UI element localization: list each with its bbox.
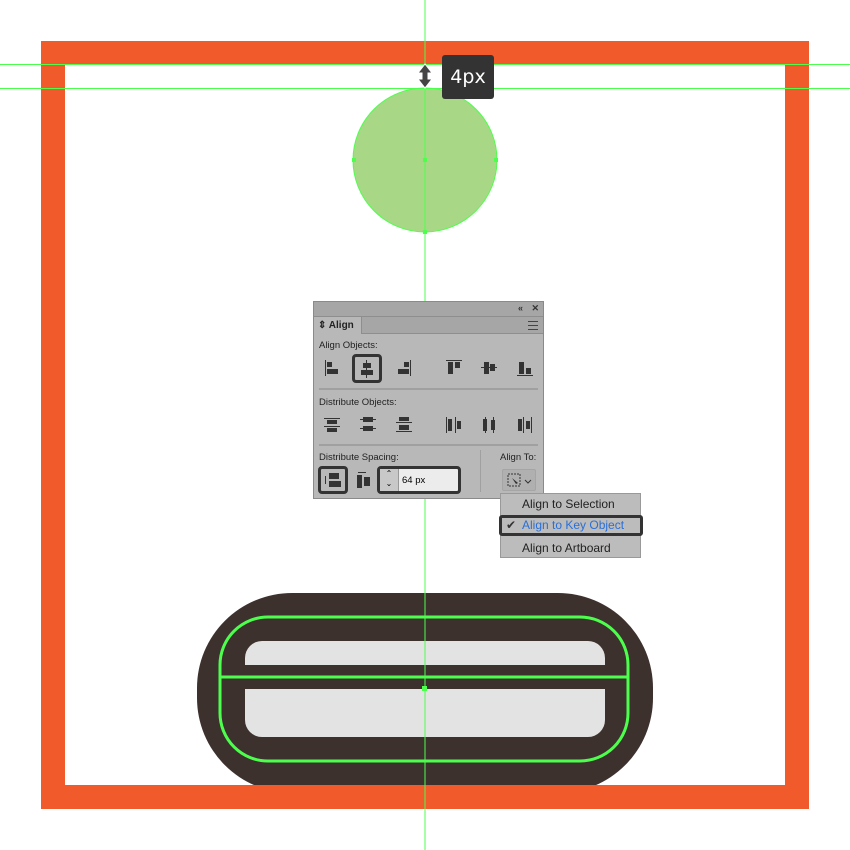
vertical-align-center-button[interactable] (478, 357, 500, 379)
collapse-icon[interactable]: « (518, 303, 523, 313)
menu-item-label: Align to Selection (522, 497, 615, 511)
horizontal-distribute-space-button[interactable] (353, 469, 375, 491)
divider (319, 388, 538, 390)
horizontal-align-left-button[interactable] (321, 357, 343, 379)
horizontal-distribute-right-button[interactable] (514, 414, 536, 436)
horizontal-align-right-button[interactable] (393, 357, 415, 379)
vertical-distance-arrows-icon (416, 63, 434, 89)
anchor-point[interactable] (494, 158, 498, 162)
vertical-align-bottom-button[interactable] (514, 357, 536, 379)
align-to-label: Align To: (500, 452, 537, 463)
vertical-distribute-space-button[interactable] (318, 466, 348, 494)
horizontal-align-center-button[interactable] (352, 354, 382, 383)
menu-item-label: Align to Artboard (522, 541, 611, 555)
vertical-distribute-bottom-button[interactable] (393, 414, 415, 436)
vertical-align-top-button[interactable] (443, 357, 465, 379)
menu-item-label: Align to Key Object (522, 518, 625, 532)
panel-menu-icon[interactable] (528, 321, 538, 330)
check-icon: ✔ (506, 518, 517, 532)
distribute-spacing-label: Distribute Spacing: (319, 452, 399, 463)
align-to-dropdown-menu: Align to Selection ✔ Align to Key Object … (499, 493, 643, 559)
panel-titlebar[interactable]: « ✕ (314, 302, 543, 317)
horizontal-distribute-left-button[interactable] (443, 414, 465, 436)
horizontal-distribute-center-button[interactable] (478, 414, 500, 436)
align-to-key-object-button[interactable] (502, 469, 536, 491)
tab-label: Align (328, 320, 354, 331)
distance-tooltip: 4px (442, 55, 494, 99)
divider (319, 444, 538, 446)
vertical-distribute-center-button[interactable] (357, 414, 379, 436)
align-objects-label: Align Objects: (319, 340, 378, 351)
spacing-input[interactable] (402, 472, 457, 488)
key-object-icon (507, 473, 532, 487)
distribute-objects-label: Distribute Objects: (319, 397, 397, 408)
anchor-point[interactable] (352, 158, 356, 162)
close-icon[interactable]: ✕ (531, 303, 539, 314)
spacing-value-field[interactable]: ⌃ ⌄ (377, 466, 461, 494)
spinner-arrows-icon[interactable]: ⌃ ⌄ (380, 469, 399, 491)
divider (480, 450, 481, 492)
menu-item-align-to-artboard[interactable]: Align to Artboard (501, 538, 640, 559)
vertical-distribute-top-button[interactable] (321, 414, 343, 436)
menu-item-align-to-key-object[interactable]: ✔ Align to Key Object (499, 515, 643, 536)
menu-item-align-to-selection[interactable]: Align to Selection (501, 494, 640, 515)
tab-align[interactable]: ⇕ Align (314, 317, 362, 334)
